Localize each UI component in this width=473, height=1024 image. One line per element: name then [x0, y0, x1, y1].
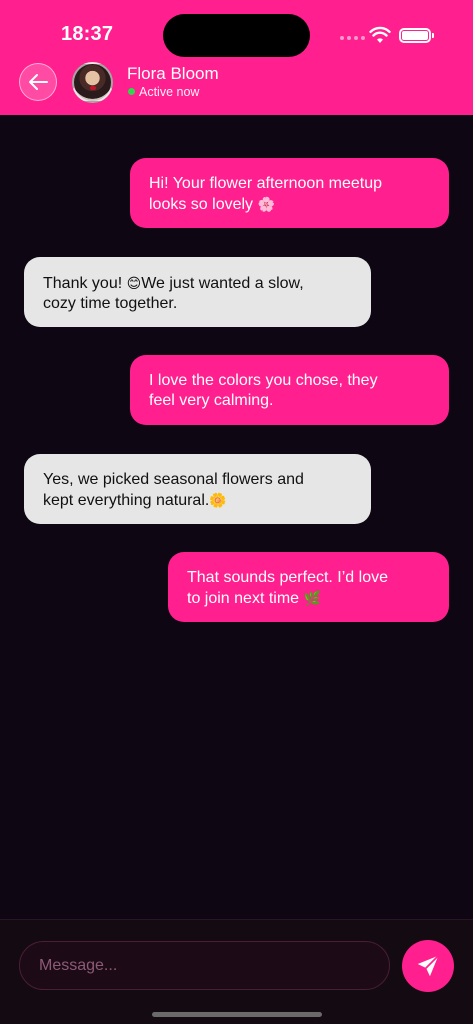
- send-button[interactable]: [402, 940, 454, 992]
- battery-icon: [399, 28, 434, 43]
- message-input[interactable]: [19, 941, 390, 990]
- signal-icon: [340, 36, 365, 42]
- message-bubble-received[interactable]: Thank you! 😊We just wanted a slow, cozy …: [24, 257, 371, 327]
- contact-status: Active now: [139, 85, 200, 99]
- chat-header: 18:37 Flora Bloom Active now: [0, 0, 473, 115]
- back-button[interactable]: [19, 63, 57, 101]
- wifi-icon: [369, 26, 391, 43]
- message-text: Thank you! 😊We just wanted a slow,: [43, 275, 304, 292]
- herb-emoji: 🌿: [303, 590, 321, 606]
- online-indicator: [128, 88, 135, 95]
- message-composer: [0, 919, 473, 1024]
- paper-plane-icon: [417, 954, 440, 977]
- message-bubble-sent[interactable]: That sounds perfect. I’d love to join ne…: [168, 552, 449, 622]
- home-indicator: [152, 1012, 322, 1017]
- message-text: Yes, we picked seasonal flowers and: [43, 471, 304, 488]
- status-time: 18:37: [61, 23, 114, 45]
- message-bubble-sent[interactable]: Hi! Your flower afternoon meetup looks s…: [130, 158, 449, 228]
- blossom-emoji: 🌼: [209, 492, 227, 508]
- message-text: cozy time together.: [43, 295, 178, 312]
- message-text: Hi! Your flower afternoon meetup: [149, 175, 383, 192]
- flower-emoji: 🌸: [257, 196, 275, 212]
- dynamic-island: [163, 14, 310, 57]
- message-text: That sounds perfect. I’d love: [187, 569, 388, 586]
- avatar[interactable]: [72, 62, 113, 103]
- message-text: kept everything natural.🌼: [43, 492, 227, 509]
- message-bubble-sent[interactable]: I love the colors you chose, they feel v…: [130, 355, 449, 425]
- arrow-left-icon: [29, 74, 48, 90]
- message-text: I love the colors you chose, they: [149, 372, 378, 389]
- message-text: looks so lovely 🌸: [149, 196, 275, 213]
- contact-name: Flora Bloom: [127, 64, 219, 83]
- message-bubble-received[interactable]: Yes, we picked seasonal flowers and kept…: [24, 454, 371, 524]
- message-text: feel very calming.: [149, 392, 274, 409]
- smile-emoji: 😊: [126, 275, 142, 291]
- message-text: to join next time 🌿: [187, 590, 321, 607]
